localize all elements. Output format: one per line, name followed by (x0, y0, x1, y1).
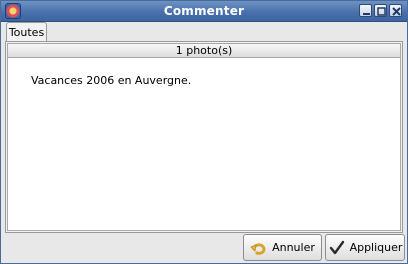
minimize-icon (363, 13, 370, 15)
checkmark-icon (328, 240, 346, 256)
maximize-icon (377, 7, 386, 16)
apply-label: Appliquer (349, 241, 403, 254)
tab-panel: 1 photo(s) Vacances 2006 en Auvergne. (5, 41, 403, 233)
cancel-button[interactable]: Annuler (243, 234, 322, 261)
minimize-button[interactable] (359, 4, 372, 17)
photo-count-header[interactable]: 1 photo(s) (7, 43, 401, 58)
comment-text: Vacances 2006 en Auvergne. (30, 74, 192, 87)
tab-toutes[interactable]: Toutes (6, 22, 47, 42)
close-button[interactable] (389, 4, 402, 17)
maximize-button[interactable] (374, 4, 387, 17)
apply-button[interactable]: Appliquer (325, 234, 405, 261)
titlebar[interactable]: Commenter (1, 1, 407, 22)
close-icon (392, 7, 401, 16)
comment-textarea[interactable]: Vacances 2006 en Auvergne. (7, 58, 401, 231)
cancel-label: Annuler (272, 241, 315, 254)
undo-arrow-icon (250, 240, 268, 256)
dialog-window: Commenter Toutes 1 photo(s) Vacances 200… (0, 0, 408, 264)
window-title: Commenter (163, 4, 245, 18)
tab-label: Toutes (8, 26, 45, 39)
